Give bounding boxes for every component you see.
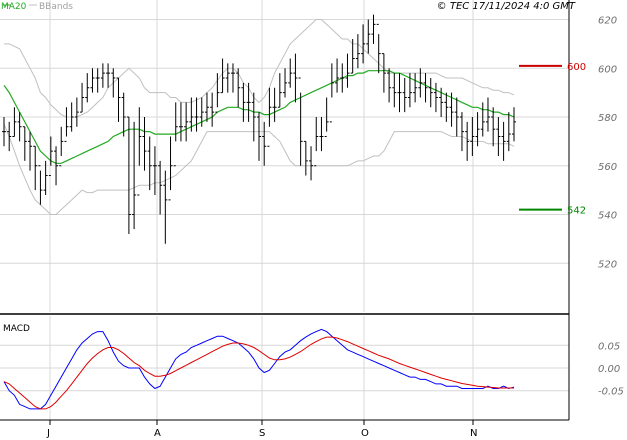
price-panel-bg [0, 0, 569, 312]
level-support-label: 542 [567, 206, 586, 217]
ma20-legend-label: MA20 [1, 2, 27, 12]
x-tick-labels: JASON [46, 420, 477, 439]
macd-title: MACD [3, 324, 30, 334]
x-tick-label: O [361, 428, 369, 439]
price-ytick-label: 560 [598, 162, 617, 173]
price-ytick-label: 520 [598, 259, 617, 270]
macd-lines [3, 328, 515, 410]
chart-svg: 600 542 520 540 560 580 600 620 0.05 0.00 -0.05 J… [0, 0, 624, 439]
macd-ytick-label: 0.05 [598, 341, 620, 352]
level-resistance-label: 600 [567, 62, 586, 73]
price-ytick-label: 620 [598, 16, 617, 27]
price-ytick-label: 580 [598, 113, 617, 124]
x-tick-label: A [154, 428, 161, 439]
price-ytick-label: 540 [598, 211, 617, 222]
x-tick-label: J [46, 428, 50, 439]
copyright-text: © TEC 17/11/2024 4:0 GMT [437, 1, 576, 12]
macd-ytick-label: 0.00 [598, 364, 620, 375]
y-tick-labels: 520 540 560 580 600 620 0.05 0.00 -0.05 [598, 16, 624, 398]
x-tick-label: N [470, 428, 477, 439]
macd-path [3, 328, 515, 410]
bbands-legend-label: BBands [39, 2, 73, 12]
price-ytick-label: 600 [598, 64, 617, 75]
macd-ytick-label: -0.05 [598, 387, 624, 398]
signal-path [3, 336, 514, 410]
x-tick-label: S [259, 428, 265, 439]
